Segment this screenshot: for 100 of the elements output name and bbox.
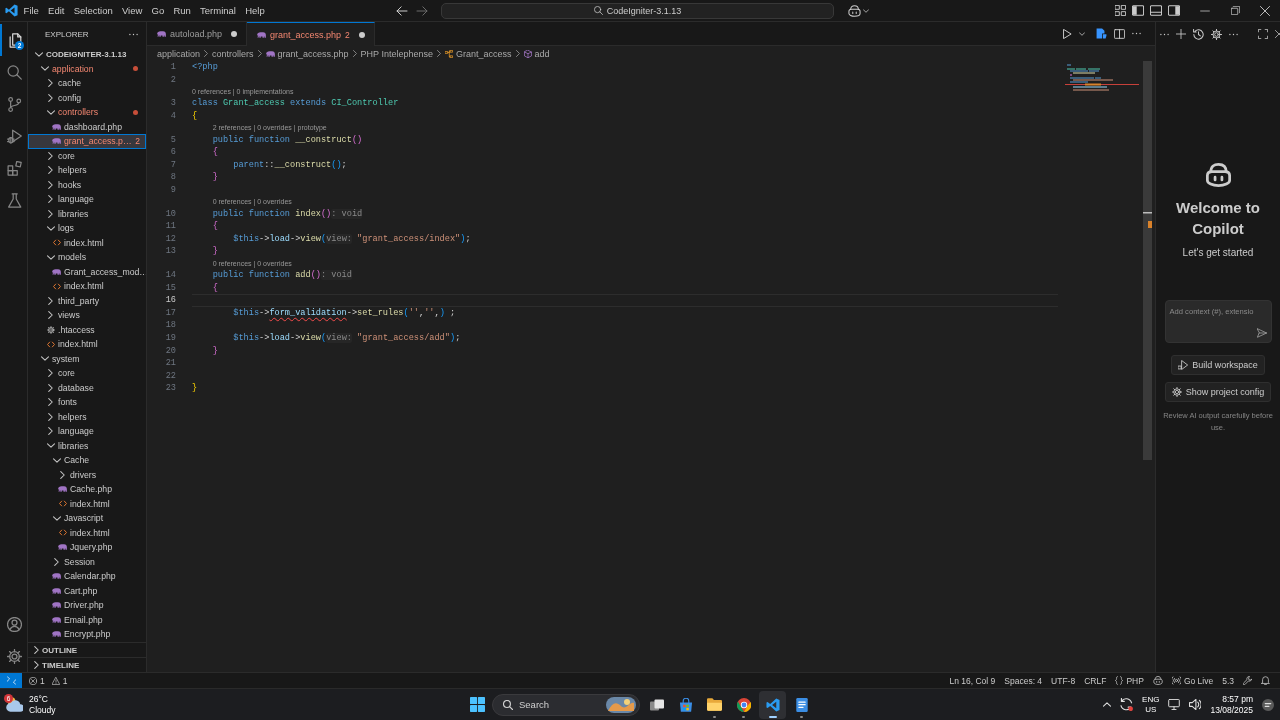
tree-item[interactable]: index.html (28, 525, 146, 540)
tree-item[interactable]: Cart.php (28, 583, 146, 598)
panel-bottom-icon[interactable] (1150, 5, 1162, 16)
tree-item[interactable]: Calendar.php (28, 569, 146, 584)
menu-item[interactable]: Selection (69, 3, 118, 18)
send-icon[interactable] (1256, 328, 1267, 338)
tree-item[interactable]: .htaccess (28, 322, 146, 337)
chevron-right-icon[interactable] (48, 209, 53, 218)
chevron-down-icon[interactable] (46, 109, 55, 115)
chevron-right-icon[interactable] (48, 195, 53, 204)
chevron-down-icon[interactable] (46, 443, 55, 449)
sync-icon[interactable] (1120, 698, 1134, 711)
maximize-icon[interactable] (1258, 29, 1268, 39)
tree-item[interactable]: dashboard.php (28, 119, 146, 134)
tree-item[interactable]: index.html (28, 337, 146, 352)
more-icon[interactable] (129, 33, 138, 36)
chevron-right-icon[interactable] (48, 151, 53, 160)
folder-item[interactable]: language (28, 192, 146, 207)
status-bar-item[interactable]: Spaces: 4 (1004, 675, 1043, 686)
menu-item[interactable]: File (19, 3, 44, 18)
tree-item[interactable]: Jquery.php (28, 540, 146, 555)
breadcrumb-item[interactable]: application (157, 48, 201, 59)
arrow-left-icon[interactable] (396, 5, 408, 16)
chevron-right-icon[interactable] (34, 661, 39, 669)
chevron-down-icon[interactable] (46, 225, 55, 231)
minimap[interactable] (1065, 64, 1139, 93)
close-icon[interactable] (1260, 5, 1270, 16)
breadcrumb-item[interactable]: Grant_access (445, 48, 512, 59)
folder-item[interactable]: Cache (28, 453, 146, 468)
breadcrumb-item[interactable]: add (523, 48, 550, 59)
plus-icon[interactable] (1176, 29, 1186, 39)
more-icon[interactable] (1160, 32, 1169, 36)
menu-item[interactable]: Terminal (195, 3, 241, 18)
folder-item[interactable]: models (28, 250, 146, 265)
folder-item[interactable]: cache (28, 76, 146, 91)
chevron-down-icon[interactable] (40, 356, 49, 362)
chevron-right-icon[interactable] (48, 383, 53, 392)
breadcrumb-item[interactable]: controllers (212, 48, 254, 59)
restore-icon[interactable] (1230, 6, 1240, 15)
chevron-down-icon[interactable] (863, 8, 869, 13)
chevron-right-icon[interactable] (54, 557, 59, 566)
chevron-right-icon[interactable] (48, 166, 53, 175)
folder-item[interactable]: hooks (28, 177, 146, 192)
menu-item[interactable]: View (117, 3, 147, 18)
robot-face-icon[interactable] (1152, 676, 1163, 685)
play-icon[interactable] (1063, 28, 1072, 39)
split-editor-icon[interactable] (1114, 28, 1125, 39)
wrench-icon[interactable] (1243, 676, 1252, 685)
folder-item[interactable]: system (28, 351, 146, 366)
monitor-icon[interactable] (1168, 699, 1181, 710)
chevron-right-icon[interactable] (48, 427, 53, 436)
unsaved-dot-icon[interactable] (358, 31, 365, 38)
tree-item[interactable]: grant_access.p… 2 (28, 134, 146, 149)
more-icon[interactable] (1229, 32, 1238, 36)
chevron-right-icon[interactable] (48, 369, 53, 378)
status-bar-item[interactable]: 5.3 (1222, 675, 1234, 686)
folder-item[interactable]: libraries (28, 438, 146, 453)
chevron-right-icon[interactable] (48, 398, 53, 407)
chevron-up-icon[interactable] (1103, 702, 1112, 707)
minimize-icon[interactable] (1200, 9, 1210, 12)
menu-item[interactable]: Edit (43, 3, 70, 18)
tree-item[interactable]: Email.php (28, 612, 146, 627)
folder-item[interactable]: language (28, 424, 146, 439)
speaker-icon[interactable] (1189, 699, 1202, 710)
folder-item[interactable]: helpers (28, 409, 146, 424)
folder-item[interactable]: fonts (28, 395, 146, 410)
tree-item[interactable]: index.html (28, 496, 146, 511)
folder-item[interactable]: CODEIGNITER-3.1.13 (28, 47, 146, 62)
clock-date[interactable]: 13/08/2025 (1210, 704, 1253, 716)
bell-icon[interactable] (1261, 676, 1270, 685)
chevron-right-icon[interactable] (48, 296, 53, 305)
tree-item[interactable]: index.html (28, 235, 146, 250)
chevron-right-icon[interactable] (48, 311, 53, 320)
cloud-sun-icon[interactable] (6, 697, 23, 712)
menu-item[interactable]: Run (168, 3, 196, 18)
history-icon[interactable] (1193, 28, 1204, 40)
chevron-down-icon[interactable] (40, 66, 49, 72)
chevron-down-icon[interactable] (52, 515, 61, 521)
chevron-right-icon[interactable] (60, 470, 65, 479)
folder-item[interactable]: libraries (28, 206, 146, 221)
folder-item[interactable]: application (28, 61, 146, 76)
sidebar-left-icon[interactable] (1132, 5, 1144, 16)
breadcrumb-item[interactable]: grant_access.php (265, 48, 349, 59)
status-bar-item[interactable]: Ln 16, Col 9 (949, 675, 996, 686)
folder-item[interactable]: drivers (28, 467, 146, 482)
go-live-button[interactable]: Go Live (1171, 675, 1214, 686)
problems-button[interactable]: 1 1 (29, 675, 68, 686)
tree-item[interactable]: Cache.php (28, 482, 146, 497)
chevron-down-icon[interactable] (34, 51, 43, 57)
arrow-right-icon[interactable] (416, 5, 428, 16)
scrollbar-thumb[interactable] (1143, 61, 1152, 460)
chevron-right-icon[interactable] (48, 412, 53, 421)
chevron-down-icon[interactable] (46, 254, 55, 260)
folder-item[interactable]: logs (28, 221, 146, 236)
folder-item[interactable]: views (28, 308, 146, 323)
folder-item[interactable]: Javascript (28, 511, 146, 526)
code-editor-button[interactable] (759, 690, 786, 719)
input-region[interactable]: US (1145, 704, 1157, 715)
tree-item[interactable]: index.html (28, 279, 146, 294)
chevron-right-icon[interactable] (34, 646, 39, 654)
